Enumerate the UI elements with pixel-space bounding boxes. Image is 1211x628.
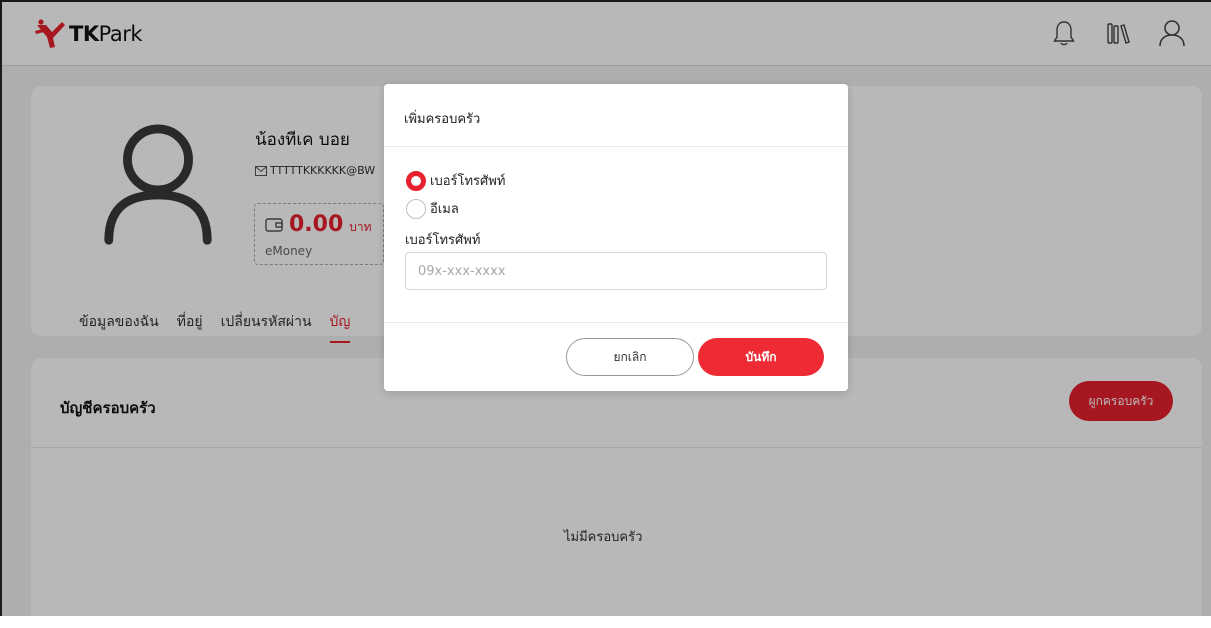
modal-title: เพิ่มครอบครัว	[404, 112, 481, 127]
modal-footer-divider	[384, 322, 848, 323]
save-button[interactable]: บันทึก	[698, 338, 824, 376]
modal-header-divider	[384, 146, 848, 147]
radio-unchecked-icon[interactable]	[406, 198, 426, 219]
radio-email-label: อีเมล	[430, 202, 459, 217]
window-frame-left	[0, 0, 2, 616]
add-family-modal: เพิ่มครอบครัว เบอร์โทรศัพท์ อีเมล เบอร์โ…	[384, 84, 848, 391]
radio-option-email[interactable]: อีเมล	[406, 198, 459, 219]
radio-checked-icon[interactable]	[406, 170, 426, 191]
radio-option-phone[interactable]: เบอร์โทรศัพท์	[406, 170, 505, 191]
phone-field-label: เบอร์โทรศัพท์	[405, 233, 481, 248]
radio-phone-label: เบอร์โทรศัพท์	[430, 174, 506, 189]
phone-input[interactable]	[405, 252, 827, 290]
window-frame-top	[0, 0, 1211, 2]
cancel-button[interactable]: ยกเลิก	[566, 338, 694, 376]
